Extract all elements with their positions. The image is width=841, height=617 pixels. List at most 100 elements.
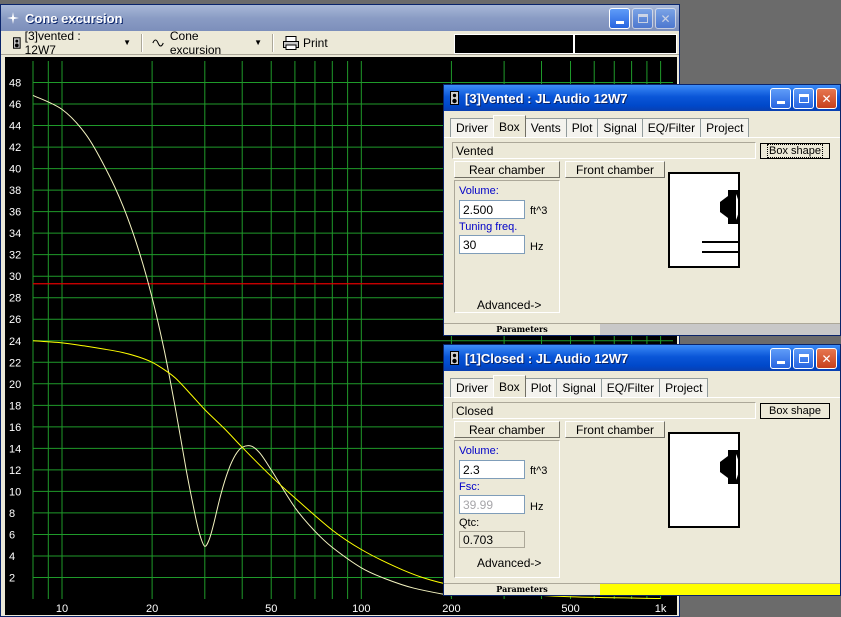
- graph-dropdown[interactable]: Cone excursion ▼: [148, 29, 266, 57]
- x-tick-label: 10: [56, 603, 68, 615]
- tab-box[interactable]: Box: [493, 115, 526, 137]
- vented-box-preview: [668, 172, 740, 268]
- x-tick-label: 1k: [655, 603, 667, 615]
- tab-driver[interactable]: Driver: [450, 118, 494, 137]
- close-button[interactable]: ✕: [816, 88, 837, 109]
- readout-box-2: [574, 34, 677, 54]
- tab-eq-filter[interactable]: EQ/Filter: [641, 118, 702, 137]
- volume-unit: ft^3: [530, 465, 548, 477]
- y-tick-label: 26: [9, 314, 21, 326]
- y-tick-label: 32: [9, 250, 21, 262]
- maximize-icon: [798, 94, 809, 103]
- box-shape-button[interactable]: Box shape: [760, 403, 830, 419]
- box-shape-label: Box shape: [769, 405, 821, 417]
- project-dropdown[interactable]: [3]vented : 12W7 ▼: [9, 29, 135, 57]
- volume-input[interactable]: 2.500: [459, 200, 525, 219]
- toolbar-separator: [141, 33, 142, 52]
- front-chamber-button[interactable]: Front chamber: [565, 421, 665, 438]
- graph-dropdown-label: Cone excursion: [169, 28, 222, 57]
- y-tick-label: 18: [9, 400, 21, 412]
- y-tick-label: 6: [9, 529, 15, 541]
- box-shape-button[interactable]: Box shape: [760, 143, 830, 159]
- maximize-icon: [798, 354, 809, 363]
- close-button[interactable]: ✕: [816, 348, 837, 369]
- tab-plot[interactable]: Plot: [524, 378, 558, 397]
- minimize-button[interactable]: [770, 88, 791, 109]
- y-tick-label: 12: [9, 465, 21, 477]
- status-parameters-label: Parameters: [444, 584, 600, 595]
- x-tick-label: 200: [442, 603, 460, 615]
- advanced-button[interactable]: Advanced->: [477, 556, 541, 570]
- closed-status-bar: Parameters: [444, 583, 840, 595]
- maximize-button[interactable]: [793, 88, 814, 109]
- tab-plot[interactable]: Plot: [565, 118, 599, 137]
- rear-chamber-button[interactable]: Rear chamber: [454, 161, 560, 178]
- x-tick-label: 20: [146, 603, 158, 615]
- tab-project[interactable]: Project: [700, 118, 750, 137]
- maximize-button[interactable]: [632, 8, 653, 29]
- advanced-button[interactable]: Advanced->: [477, 298, 541, 312]
- x-tick-label: 50: [265, 603, 277, 615]
- closed-tab-strip: Driver Box Plot Signal EQ/Filter Project: [444, 375, 840, 398]
- tab-project[interactable]: Project: [659, 378, 709, 397]
- box-type-field: Closed: [452, 402, 756, 419]
- printer-icon: [283, 35, 299, 50]
- closed-titlebar[interactable]: [1]Closed : JL Audio 12W7 ✕: [444, 345, 840, 371]
- minimize-icon: [776, 361, 785, 364]
- project-dropdown-label: [3]vented : 12W7: [24, 28, 81, 57]
- vented-titlebar[interactable]: [3]Vented : JL Audio 12W7 ✕: [444, 85, 840, 111]
- minimize-button[interactable]: [609, 8, 630, 29]
- y-tick-label: 30: [9, 271, 21, 283]
- print-label: Print: [303, 35, 328, 50]
- print-button[interactable]: Print: [279, 33, 332, 53]
- x-tick-label: 500: [561, 603, 579, 615]
- tuning-freq-label: Tuning freq.: [459, 221, 518, 233]
- closed-parameters-group: Volume: 2.3 ft^3 Fsc: 39.99 Hz Qtc: 0.70…: [454, 440, 560, 578]
- y-tick-label: 22: [9, 357, 21, 369]
- minimize-button[interactable]: [770, 348, 791, 369]
- close-button[interactable]: ✕: [655, 8, 676, 29]
- close-icon: ✕: [660, 11, 671, 26]
- box-shape-label: Box shape: [767, 144, 823, 158]
- box-type-field: Vented: [452, 142, 756, 159]
- y-tick-label: 2: [9, 572, 15, 584]
- tab-box[interactable]: Box: [493, 375, 526, 397]
- volume-unit: ft^3: [530, 205, 548, 217]
- maximize-icon: [637, 14, 648, 23]
- chevron-down-icon: ▼: [254, 38, 262, 47]
- maximize-button[interactable]: [793, 348, 814, 369]
- main-titlebar[interactable]: Cone excursion ✕: [1, 5, 679, 31]
- closed-box-panel: Closed Box shape Rear chamber Front cham…: [444, 398, 840, 588]
- y-tick-label: 8: [9, 508, 15, 520]
- front-chamber-button[interactable]: Front chamber: [565, 161, 665, 178]
- fsc-input: 39.99: [459, 495, 525, 514]
- rear-chamber-button[interactable]: Rear chamber: [454, 421, 560, 438]
- y-tick-label: 46: [9, 99, 21, 111]
- y-tick-label: 28: [9, 293, 21, 305]
- y-tick-label: 16: [9, 422, 21, 434]
- vented-status-bar: Parameters: [444, 323, 840, 335]
- vented-box-drawing: [702, 190, 739, 253]
- y-tick-label: 48: [9, 78, 21, 90]
- volume-input[interactable]: 2.3: [459, 460, 525, 479]
- toolbar-separator: [272, 33, 273, 52]
- qtc-label: Qtc:: [459, 517, 480, 529]
- y-tick-label: 36: [9, 207, 21, 219]
- closed-box-drawing: [720, 450, 739, 484]
- tab-signal[interactable]: Signal: [556, 378, 602, 397]
- volume-label: Volume:: [459, 445, 499, 457]
- tab-driver[interactable]: Driver: [450, 378, 494, 397]
- wave-icon: [152, 38, 164, 47]
- closed-dialog-title: [1]Closed : JL Audio 12W7: [465, 350, 629, 366]
- vented-box-panel: Vented Box shape Rear chamber Front cham…: [444, 138, 840, 328]
- tuning-freq-unit: Hz: [530, 241, 544, 253]
- tab-eq-filter[interactable]: EQ/Filter: [600, 378, 661, 397]
- y-tick-label: 34: [9, 228, 21, 240]
- tab-vents[interactable]: Vents: [524, 118, 567, 137]
- x-tick-label: 100: [352, 603, 370, 615]
- y-tick-label: 20: [9, 379, 21, 391]
- tab-signal[interactable]: Signal: [597, 118, 643, 137]
- tuning-freq-input[interactable]: 30: [459, 235, 525, 254]
- y-tick-label: 40: [9, 164, 21, 176]
- y-tick-label: 14: [9, 443, 21, 455]
